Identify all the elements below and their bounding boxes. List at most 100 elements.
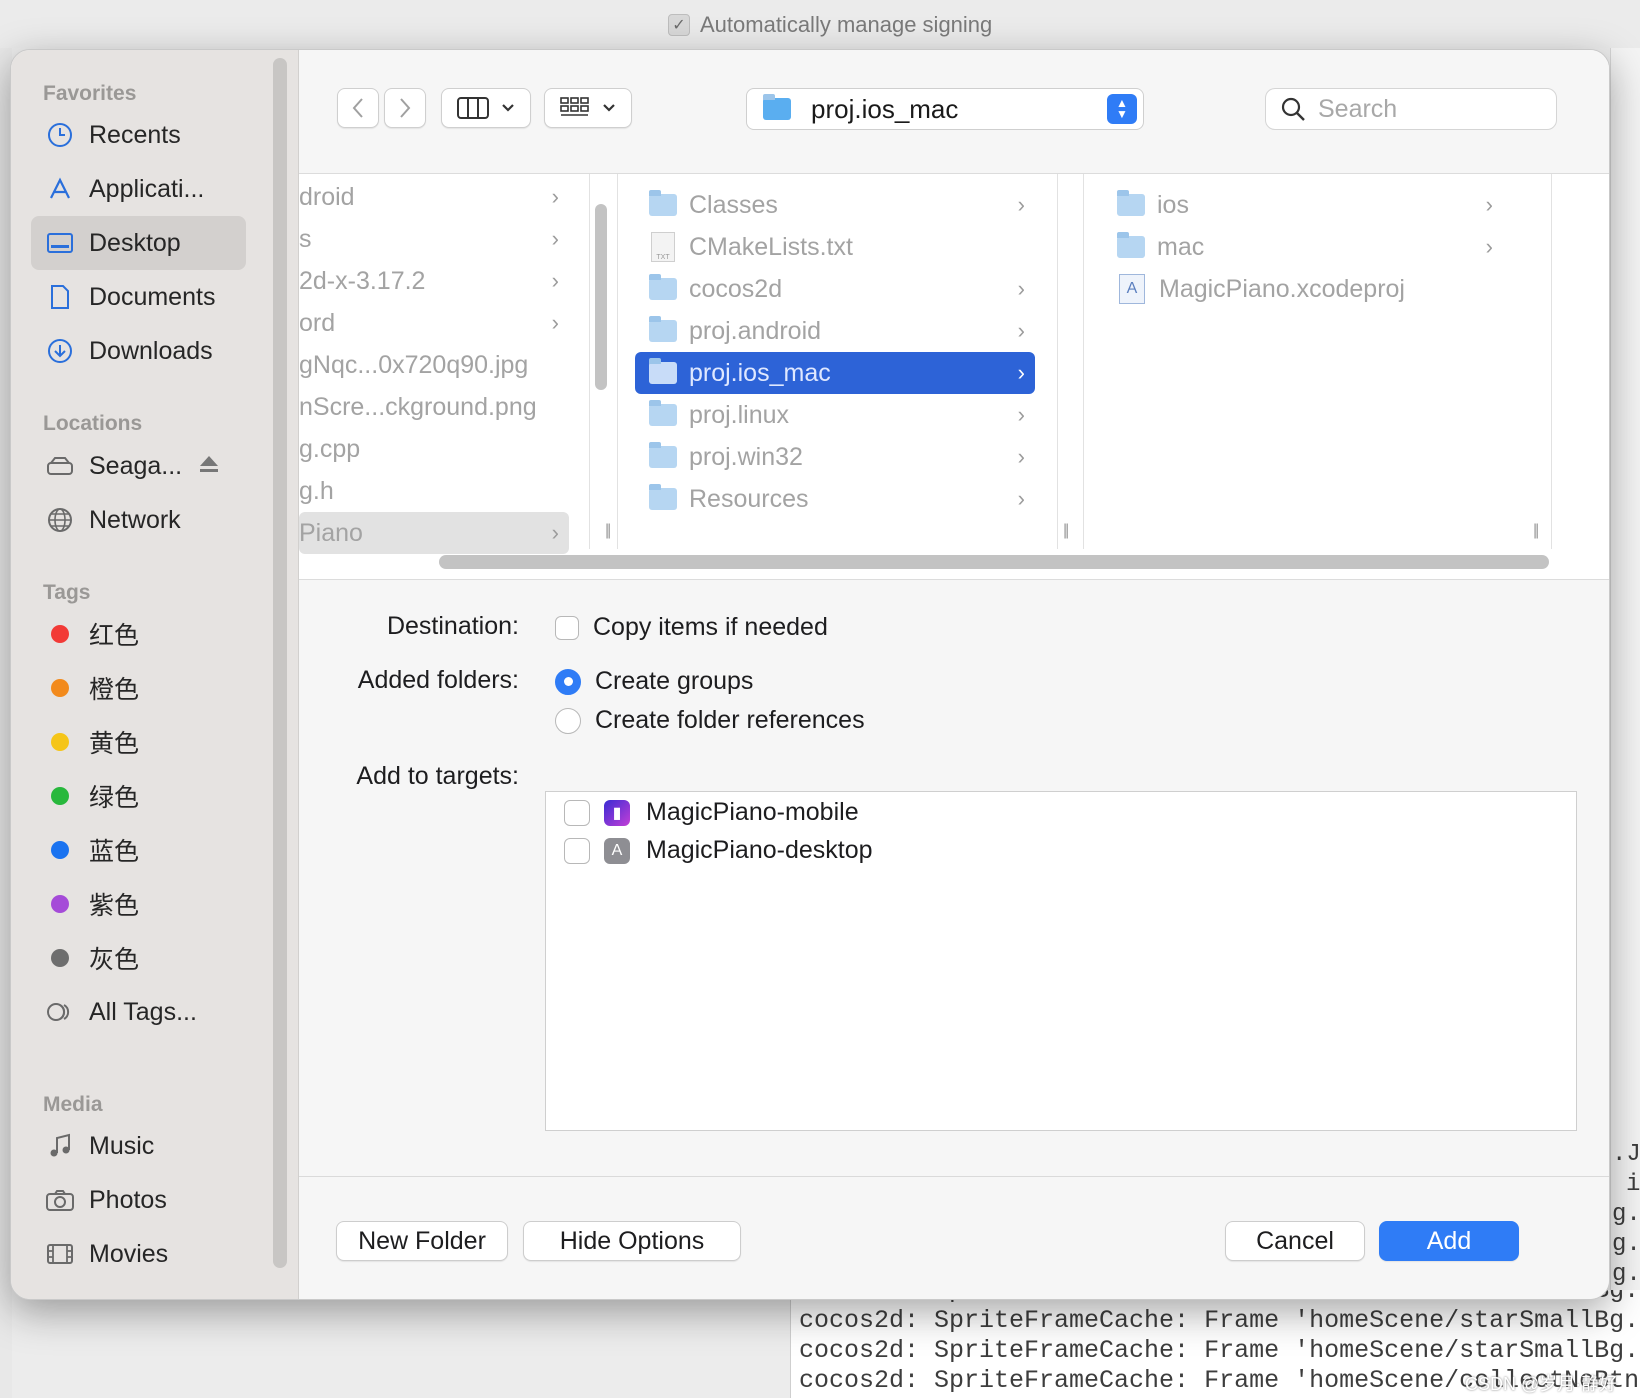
sidebar-item-seagate[interactable]: Seaga... <box>31 439 261 493</box>
media-heading: Media <box>43 1093 103 1116</box>
sidebar-item-photos[interactable]: Photos <box>31 1173 246 1227</box>
group-button[interactable] <box>544 88 632 128</box>
folder-icon <box>649 316 677 342</box>
copy-items-checkbox[interactable]: Copy items if needed <box>555 613 828 642</box>
folder-icon <box>1117 190 1145 216</box>
chevron-down-icon <box>502 104 514 112</box>
list-item-folder[interactable]: mac › <box>1083 226 1503 268</box>
sidebar-item-applications[interactable]: Applicati... <box>31 162 246 216</box>
cancel-button[interactable]: Cancel <box>1225 1221 1365 1261</box>
list-item[interactable]: g.h <box>299 470 569 512</box>
footer-divider <box>299 1176 1609 1177</box>
list-item-folder[interactable]: Resources › <box>635 478 1035 520</box>
sidebar-tag-green[interactable]: 绿色 <box>31 769 246 823</box>
sidebar-item-documents[interactable]: Documents <box>31 270 246 324</box>
browser-column-1: droid › s › 2d-x-3.17.2 › ord › gNqc...0x720… <box>299 174 589 554</box>
sidebar: Favorites Recents Applicati... Desktop D… <box>11 50 299 1299</box>
new-folder-button[interactable]: New Folder <box>336 1221 508 1261</box>
green-tag-dot-icon <box>51 787 69 805</box>
sidebar-item-all-tags[interactable]: All Tags... <box>31 985 246 1039</box>
search-field[interactable]: Search <box>1265 88 1557 130</box>
back-button[interactable] <box>337 88 379 128</box>
target-row-desktop[interactable]: A MagicPiano-desktop <box>564 836 873 865</box>
signing-option: ✓ Automatically manage signing <box>668 12 992 38</box>
xcode-background-header: ✓ Automatically manage signing <box>0 0 1640 48</box>
list-item-folder[interactable]: proj.win32 › <box>635 436 1035 478</box>
create-groups-radio[interactable]: Create groups <box>555 667 753 696</box>
signing-label: Automatically manage signing <box>700 12 993 37</box>
sidebar-item-network[interactable]: Network <box>31 493 246 547</box>
sidebar-tag-blue[interactable]: 蓝色 <box>31 823 246 877</box>
sidebar-tag-purple[interactable]: 紫色 <box>31 877 246 931</box>
list-item-folder-selected[interactable]: proj.ios_mac › <box>635 352 1035 394</box>
sidebar-item-music[interactable]: Music <box>31 1119 246 1173</box>
list-item-folder[interactable]: proj.linux › <box>635 394 1035 436</box>
watermark: CSDN @岁月·静好 <box>1465 1374 1618 1394</box>
folder-icon <box>649 358 677 384</box>
add-button[interactable]: Add <box>1379 1221 1519 1261</box>
document-icon <box>45 284 75 310</box>
create-folder-references-radio[interactable]: Create folder references <box>555 706 865 735</box>
column-scrollbar[interactable] <box>595 204 607 390</box>
targets-list: ▮ MagicPiano-mobile A MagicPiano-desktop <box>545 791 1577 1131</box>
browser-column-3: ios › mac › A MagicPiano.xcodeproj <box>1083 174 1553 549</box>
column-resize-handle[interactable]: || <box>605 522 611 540</box>
search-icon <box>1281 97 1305 121</box>
path-label: proj.ios_mac <box>811 93 959 124</box>
list-item[interactable]: nScre...ckground.png <box>299 386 569 428</box>
column-resize-handle[interactable]: || <box>1533 522 1539 540</box>
list-item-folder[interactable]: Classes › <box>635 184 1035 226</box>
chevron-right-icon <box>400 98 411 118</box>
horizontal-scrollbar[interactable] <box>439 555 1549 569</box>
eject-icon[interactable] <box>198 452 220 481</box>
list-item-folder[interactable]: ios › <box>1083 184 1503 226</box>
sidebar-tag-orange[interactable]: 橙色 <box>31 661 246 715</box>
sidebar-tag-yellow[interactable]: 黄色 <box>31 715 246 769</box>
target-row-mobile[interactable]: ▮ MagicPiano-mobile <box>564 798 859 827</box>
checkbox-checked-icon: ✓ <box>668 14 690 36</box>
sidebar-tag-gray[interactable]: 灰色 <box>31 931 246 985</box>
list-item-xcodeproj[interactable]: A MagicPiano.xcodeproj <box>1083 268 1503 310</box>
forward-button[interactable] <box>384 88 426 128</box>
list-item-selected-parent[interactable]: Piano › <box>299 512 569 554</box>
folder-icon <box>763 94 791 120</box>
folder-icon <box>649 484 677 510</box>
gray-tag-dot-icon <box>51 949 69 967</box>
sidebar-tag-red[interactable]: 红色 <box>31 607 246 661</box>
list-item[interactable]: g.cpp <box>299 428 569 470</box>
list-item-folder[interactable]: cocos2d › <box>635 268 1035 310</box>
console-right-fragment: .J i g.p g.p g.p <box>1612 1141 1640 1288</box>
folder-icon <box>649 442 677 468</box>
orange-tag-dot-icon <box>51 679 69 697</box>
list-item-file[interactable]: TXT CMakeLists.txt <box>635 226 1035 268</box>
checkbox-icon[interactable] <box>564 799 590 826</box>
list-item[interactable]: s › <box>299 218 569 260</box>
sidebar-item-downloads[interactable]: Downloads <box>31 324 246 378</box>
add-files-dialog: Favorites Recents Applicati... Desktop D… <box>10 49 1610 1300</box>
folder-icon <box>1117 232 1145 258</box>
clock-icon <box>45 122 75 148</box>
sidebar-item-desktop[interactable]: Desktop <box>31 216 246 270</box>
sidebar-scrollbar[interactable] <box>273 58 287 1268</box>
view-mode-button[interactable] <box>441 88 531 128</box>
column-resize-handle[interactable]: || <box>1063 522 1069 540</box>
purple-tag-dot-icon <box>51 895 69 913</box>
list-item[interactable]: gNqc...0x720q90.jpg <box>299 344 569 386</box>
checkbox-icon[interactable] <box>564 837 590 864</box>
red-tag-dot-icon <box>51 625 69 643</box>
list-item[interactable]: droid › <box>299 176 569 218</box>
destination-label: Destination: <box>386 612 519 640</box>
hide-options-button[interactable]: Hide Options <box>523 1221 741 1261</box>
column-browser: droid › s › 2d-x-3.17.2 › ord › gNqc...0x720… <box>299 173 1609 580</box>
desktop-icon <box>45 231 75 255</box>
list-item[interactable]: ord › <box>299 302 569 344</box>
text-file-icon: TXT <box>651 232 675 262</box>
add-to-targets-label: Add to targets: <box>356 762 519 790</box>
sidebar-item-recents[interactable]: Recents <box>31 108 246 162</box>
list-item[interactable]: 2d-x-3.17.2 › <box>299 260 569 302</box>
blue-tag-dot-icon <box>51 841 69 859</box>
chevron-down-icon <box>603 104 615 112</box>
sidebar-item-movies[interactable]: Movies <box>31 1227 246 1281</box>
path-popup[interactable]: proj.ios_mac ▲ ▼ <box>746 88 1144 130</box>
list-item-folder[interactable]: proj.android › <box>635 310 1035 352</box>
